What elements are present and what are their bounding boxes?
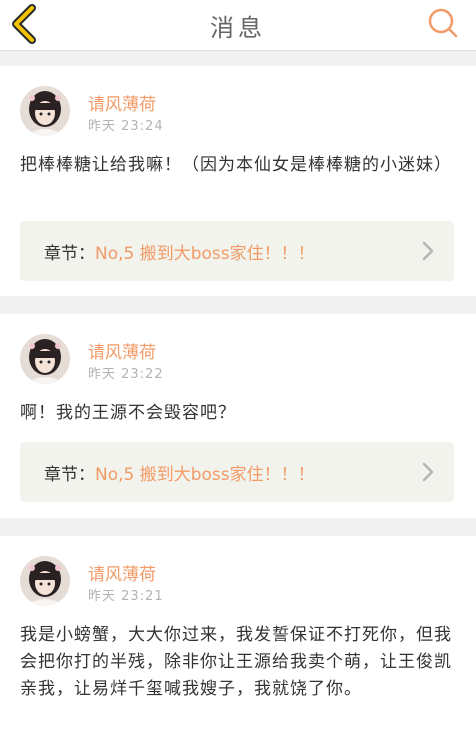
username[interactable]: 请风薄荷 [88,560,156,585]
top-nav-bar: 消息 [0,0,476,51]
chapter-link[interactable]: 章节：No,5 搬到大boss家住！！！ [20,221,454,281]
chevron-right-icon [422,241,434,261]
message-content: 我是小螃蟹，大大你过来，我发誓保证不打死你，但我会把你打的半残，除非你让王源给我… [20,625,452,699]
message-card: 请风薄荷 昨天 23:24 把棒棒糖让给我嘛！（因为本仙女是棒棒糖的小迷妹） 章… [0,66,476,296]
timestamp: 昨天 23:24 [88,119,164,134]
chapter-label: 章节： [44,465,95,485]
chapter-title: No,5 搬到大boss家住！！！ [95,465,315,485]
avatar-image [20,86,70,136]
username[interactable]: 请风薄荷 [88,90,156,115]
avatar-image [20,556,70,606]
page-title: 消息 [210,14,266,42]
message-content: 啊！我的王源不会毁容吧？ [20,403,236,423]
message-card: 请风薄荷 昨天 23:21 我是小螃蟹，大大你过来，我发誓保证不打死你，但我会把… [0,536,476,740]
avatar[interactable] [20,86,70,136]
message-card: 请风薄荷 昨天 23:22 啊！我的王源不会毁容吧？ 章节：No,5 搬到大bo… [0,314,476,518]
search-icon [428,8,458,38]
timestamp: 昨天 23:21 [88,589,164,604]
search-button[interactable] [426,6,460,40]
avatar-image [20,334,70,384]
chevron-right-icon [422,462,434,482]
timestamp: 昨天 23:22 [88,367,164,382]
chapter-link[interactable]: 章节：No,5 搬到大boss家住！！！ [20,442,454,502]
messages-screen: 消息 请风薄荷 昨天 23:24 把棒棒糖让给我嘛！（因为本仙女是棒棒糖的小迷妹… [0,0,476,740]
avatar[interactable] [20,556,70,606]
username[interactable]: 请风薄荷 [88,338,156,363]
message-content: 把棒棒糖让给我嘛！（因为本仙女是棒棒糖的小迷妹） [20,155,452,175]
chapter-label: 章节： [44,244,95,264]
chapter-title: No,5 搬到大boss家住！！！ [95,244,315,264]
avatar[interactable] [20,334,70,384]
